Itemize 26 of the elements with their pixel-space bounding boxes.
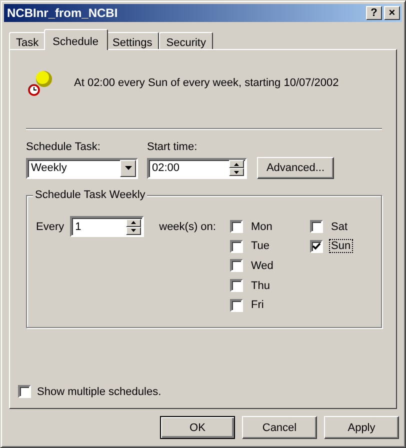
tab[interactable]: Schedule xyxy=(44,29,108,50)
weeks-interval-field[interactable]: 1 xyxy=(70,216,144,237)
day-label: Tue xyxy=(250,239,271,254)
tab[interactable]: Security xyxy=(159,32,213,50)
every-label: Every xyxy=(36,220,64,232)
start-time-label: Start time: xyxy=(147,141,198,153)
day-label: Wed xyxy=(250,258,274,273)
schedule-task-dropdown[interactable]: Weekly xyxy=(26,158,138,178)
day-label: Fri xyxy=(250,298,265,312)
show-multiple-label: Show multiple schedules. xyxy=(37,386,162,398)
start-time-field[interactable]: 02:00 xyxy=(147,158,247,178)
group-title: Schedule Task Weekly xyxy=(33,189,148,201)
dialog-button[interactable]: Cancel xyxy=(242,416,317,439)
weeks-on-label: week(s) on: xyxy=(159,220,216,232)
dialog-button[interactable]: OK xyxy=(160,416,235,439)
day-label: Sat xyxy=(330,220,348,234)
dialog-button[interactable]: Apply xyxy=(324,416,399,439)
day-label: Thu xyxy=(250,278,271,293)
advanced-button[interactable]: Advanced... xyxy=(257,157,334,179)
schedule-summary: At 02:00 every Sun of every week, starting 10/07/2002 xyxy=(74,77,339,89)
day-label: Sun xyxy=(328,239,353,254)
close-button[interactable]: × xyxy=(384,6,400,20)
help-button[interactable]: ? xyxy=(366,6,382,20)
window-title: NCBInr_from_NCBI xyxy=(7,6,119,20)
day-label: Mon xyxy=(250,220,274,234)
schedule-task-label: Schedule Task: xyxy=(26,141,100,153)
